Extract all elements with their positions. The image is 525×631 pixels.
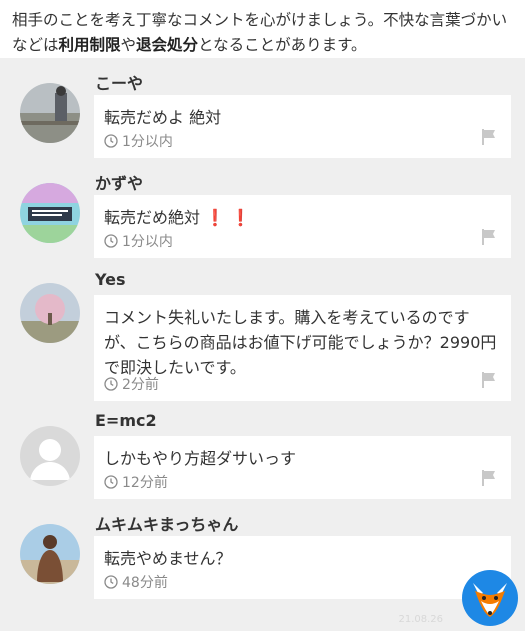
clock-icon: [104, 377, 118, 391]
comment-time: 1分以内: [104, 231, 173, 251]
comment-text: 転売やめません？: [104, 549, 232, 568]
commenter-name[interactable]: かずや: [95, 170, 143, 194]
commenter-name[interactable]: ムキムキまっちゃん: [95, 511, 238, 535]
notice-text-3: となることがあります。: [198, 36, 367, 54]
comment-text: 転売だめよ 絶対: [104, 108, 222, 127]
flag-icon[interactable]: [481, 371, 497, 389]
avatar[interactable]: [20, 83, 80, 143]
comment-bubble: コメント失礼いたします。購入を考えているのですが、こちらの商品はお値下げ可能でし…: [94, 295, 511, 401]
commenter-name[interactable]: こーや: [95, 70, 143, 94]
flag-icon[interactable]: [481, 228, 497, 246]
flag-icon[interactable]: [481, 469, 497, 487]
clock-icon: [104, 475, 118, 489]
fox-logo-icon: [462, 570, 518, 626]
notice-bold-usage-restriction: 利用制限: [58, 36, 121, 54]
comment-bubble: 転売だめよ 絶対 1分以内: [94, 95, 511, 158]
exclamation-emoji: ❗ ❗: [205, 208, 251, 227]
comment-time: 48分前: [104, 572, 168, 592]
clock-icon: [104, 134, 118, 148]
time-label: 2分前: [122, 377, 159, 393]
avatar[interactable]: [20, 183, 80, 243]
clock-icon: [104, 234, 118, 248]
commenter-name[interactable]: E=mc2: [95, 411, 157, 430]
notice-text-2: や: [120, 36, 137, 54]
time-label: 1分以内: [122, 234, 173, 250]
comment-time: 1分以内: [104, 131, 173, 151]
avatar[interactable]: [20, 524, 80, 584]
time-label: 1分以内: [122, 134, 173, 150]
commenter-name[interactable]: Yes: [95, 270, 126, 289]
comment-text: 転売だめ絶対: [104, 208, 201, 227]
watermark-date: 21.08.26: [398, 614, 443, 625]
comment-bubble: 転売やめません？ 48分前: [94, 536, 511, 599]
comment-time: 2分前: [104, 374, 159, 394]
clock-icon: [104, 575, 118, 589]
comment-time: 12分前: [104, 472, 168, 492]
avatar[interactable]: [20, 283, 80, 343]
flag-icon[interactable]: [481, 128, 497, 146]
time-label: 12分前: [122, 475, 168, 491]
avatar[interactable]: [20, 426, 80, 486]
comment-bubble: 転売だめ絶対 ❗ ❗ 1分以内: [94, 195, 511, 258]
time-label: 48分前: [122, 575, 168, 591]
comment-text: しかもやり方超ダサいっす: [104, 449, 297, 468]
comment-text: コメント失礼いたします。購入を考えているのですが、こちらの商品はお値下げ可能でし…: [104, 308, 497, 377]
comment-bubble: しかもやり方超ダサいっす 12分前: [94, 436, 511, 499]
comment-guideline-notice: 相手のことを考え丁寧なコメントを心がけましょう。不快な言葉づかいなどは利用制限や…: [0, 0, 525, 58]
notice-bold-account-termination: 退会処分: [136, 36, 199, 54]
